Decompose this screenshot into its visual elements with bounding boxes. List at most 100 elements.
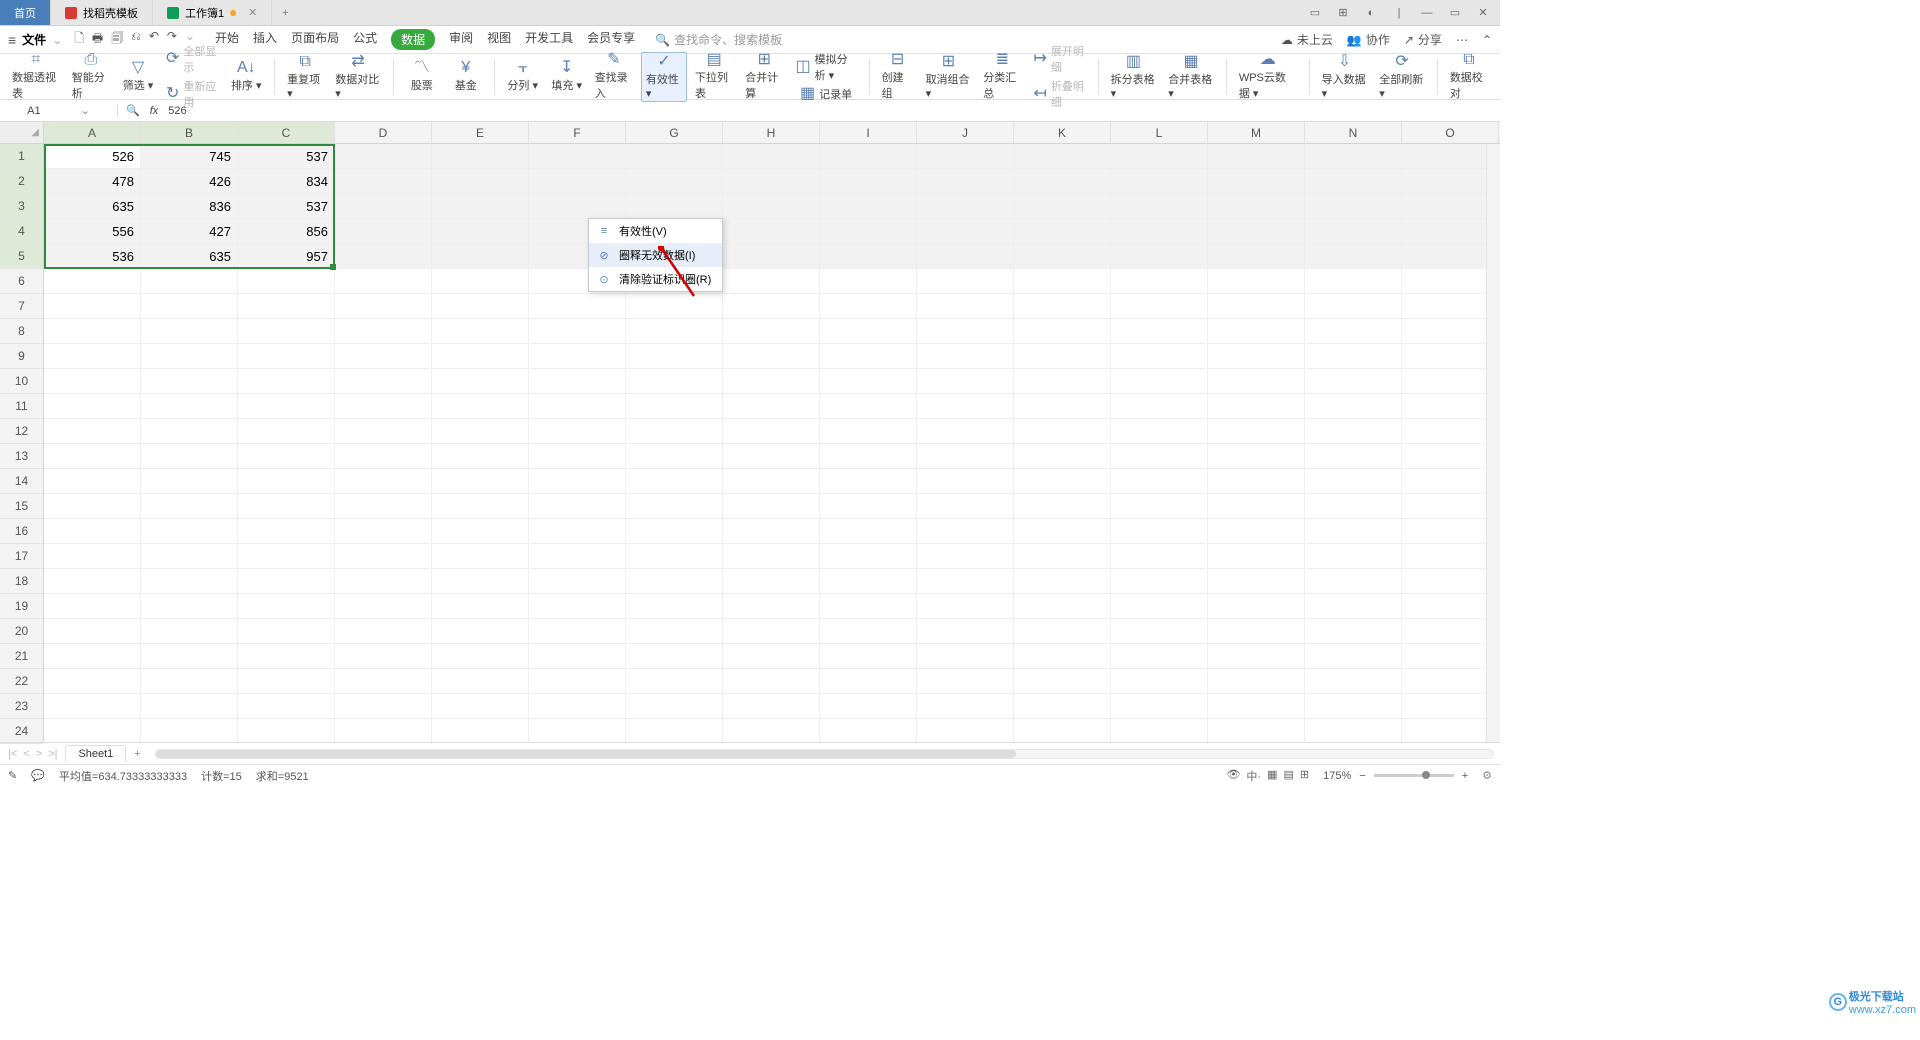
cell-F24[interactable] [529, 719, 626, 742]
cell-H2[interactable] [723, 169, 820, 194]
row-header-4[interactable]: 4 [0, 219, 43, 244]
cell-F13[interactable] [529, 444, 626, 469]
share-button[interactable]: ↗分享 [1404, 31, 1442, 48]
first-sheet-icon[interactable]: |< [8, 748, 17, 760]
cell-C1[interactable]: 537 [238, 144, 335, 169]
cell-C6[interactable] [238, 269, 335, 294]
zoom-level[interactable]: 175% [1323, 770, 1351, 782]
row-header-9[interactable]: 9 [0, 344, 43, 369]
cell-K14[interactable] [1014, 469, 1111, 494]
cell-E7[interactable] [432, 294, 529, 319]
cell-G15[interactable] [626, 494, 723, 519]
cell-B3[interactable]: 836 [141, 194, 238, 219]
cell-H20[interactable] [723, 619, 820, 644]
cell-O9[interactable] [1402, 344, 1499, 369]
cell-M7[interactable] [1208, 294, 1305, 319]
cell-O11[interactable] [1402, 394, 1499, 419]
cell-C10[interactable] [238, 369, 335, 394]
row-header-3[interactable]: 3 [0, 194, 43, 219]
cell-G14[interactable] [626, 469, 723, 494]
cell-I15[interactable] [820, 494, 917, 519]
chinese-icon[interactable]: 中· [1246, 768, 1261, 784]
cell-B14[interactable] [141, 469, 238, 494]
cell-C23[interactable] [238, 694, 335, 719]
cell-A18[interactable] [44, 569, 141, 594]
cell-J1[interactable] [917, 144, 1014, 169]
cell-K2[interactable] [1014, 169, 1111, 194]
cell-J18[interactable] [917, 569, 1014, 594]
zoom-out-icon[interactable]: − [1359, 770, 1365, 782]
cell-O21[interactable] [1402, 644, 1499, 669]
cell-G17[interactable] [626, 544, 723, 569]
cell-F20[interactable] [529, 619, 626, 644]
cell-M5[interactable] [1208, 244, 1305, 269]
cell-I4[interactable] [820, 219, 917, 244]
cell-I16[interactable] [820, 519, 917, 544]
cell-E16[interactable] [432, 519, 529, 544]
edit-mode-icon[interactable]: ✎ [8, 769, 17, 782]
cell-K3[interactable] [1014, 194, 1111, 219]
apps-icon[interactable]: ⊞ [1334, 6, 1352, 19]
cell-H12[interactable] [723, 419, 820, 444]
cell-A14[interactable] [44, 469, 141, 494]
cell-C19[interactable] [238, 594, 335, 619]
ribbon-创建组[interactable]: ⊟创建组 [878, 51, 918, 102]
row-header-10[interactable]: 10 [0, 369, 43, 394]
cell-A4[interactable]: 556 [44, 219, 141, 244]
cell-G9[interactable] [626, 344, 723, 369]
cell-N16[interactable] [1305, 519, 1402, 544]
undo-icon[interactable]: ↶ [149, 29, 159, 50]
cell-I10[interactable] [820, 369, 917, 394]
ribbon-拆分表格[interactable]: ▥拆分表格 ▾ [1107, 53, 1161, 101]
cell-O2[interactable] [1402, 169, 1499, 194]
cell-I21[interactable] [820, 644, 917, 669]
settings-icon[interactable]: ⚙ [1482, 769, 1492, 782]
cell-L7[interactable] [1111, 294, 1208, 319]
ribbon-基金[interactable]: ¥基金 [446, 59, 486, 94]
col-header-D[interactable]: D [335, 122, 432, 143]
cell-G20[interactable] [626, 619, 723, 644]
cell-D7[interactable] [335, 294, 432, 319]
cell-I2[interactable] [820, 169, 917, 194]
cell-C11[interactable] [238, 394, 335, 419]
cell-H21[interactable] [723, 644, 820, 669]
cell-B9[interactable] [141, 344, 238, 369]
ribbon-合并计算[interactable]: ⊞合并计算 [741, 51, 787, 102]
cell-O1[interactable] [1402, 144, 1499, 169]
collapse-ribbon-icon[interactable]: ⌃ [1482, 33, 1492, 47]
cell-B24[interactable] [141, 719, 238, 742]
cell-L15[interactable] [1111, 494, 1208, 519]
ribbon-排序[interactable]: A↓排序 ▾ [226, 59, 266, 94]
cell-N24[interactable] [1305, 719, 1402, 742]
col-header-O[interactable]: O [1402, 122, 1499, 143]
row-header-21[interactable]: 21 [0, 644, 43, 669]
cell-K8[interactable] [1014, 319, 1111, 344]
cell-J17[interactable] [917, 544, 1014, 569]
cell-C2[interactable]: 834 [238, 169, 335, 194]
cell-J7[interactable] [917, 294, 1014, 319]
cell-M9[interactable] [1208, 344, 1305, 369]
row-header-8[interactable]: 8 [0, 319, 43, 344]
row-header-23[interactable]: 23 [0, 694, 43, 719]
add-tab-button[interactable]: + [272, 0, 298, 25]
cell-M18[interactable] [1208, 569, 1305, 594]
cell-F10[interactable] [529, 369, 626, 394]
cell-H5[interactable] [723, 244, 820, 269]
cell-B2[interactable]: 426 [141, 169, 238, 194]
cell-K18[interactable] [1014, 569, 1111, 594]
cell-O18[interactable] [1402, 569, 1499, 594]
spreadsheet-grid[interactable]: ◢ 12345678910111213141516171819202122232… [0, 122, 1500, 742]
col-header-F[interactable]: F [529, 122, 626, 143]
ribbon-模拟分析[interactable]: ◫模拟分析 ▾ [791, 50, 860, 84]
new-icon[interactable]: 🗋 [74, 29, 84, 50]
cell-G19[interactable] [626, 594, 723, 619]
layout-icon[interactable]: ▭ [1306, 6, 1324, 19]
col-header-H[interactable]: H [723, 122, 820, 143]
cell-J22[interactable] [917, 669, 1014, 694]
cell-F9[interactable] [529, 344, 626, 369]
cell-H19[interactable] [723, 594, 820, 619]
cell-F22[interactable] [529, 669, 626, 694]
cell-C9[interactable] [238, 344, 335, 369]
cell-B18[interactable] [141, 569, 238, 594]
cell-H7[interactable] [723, 294, 820, 319]
